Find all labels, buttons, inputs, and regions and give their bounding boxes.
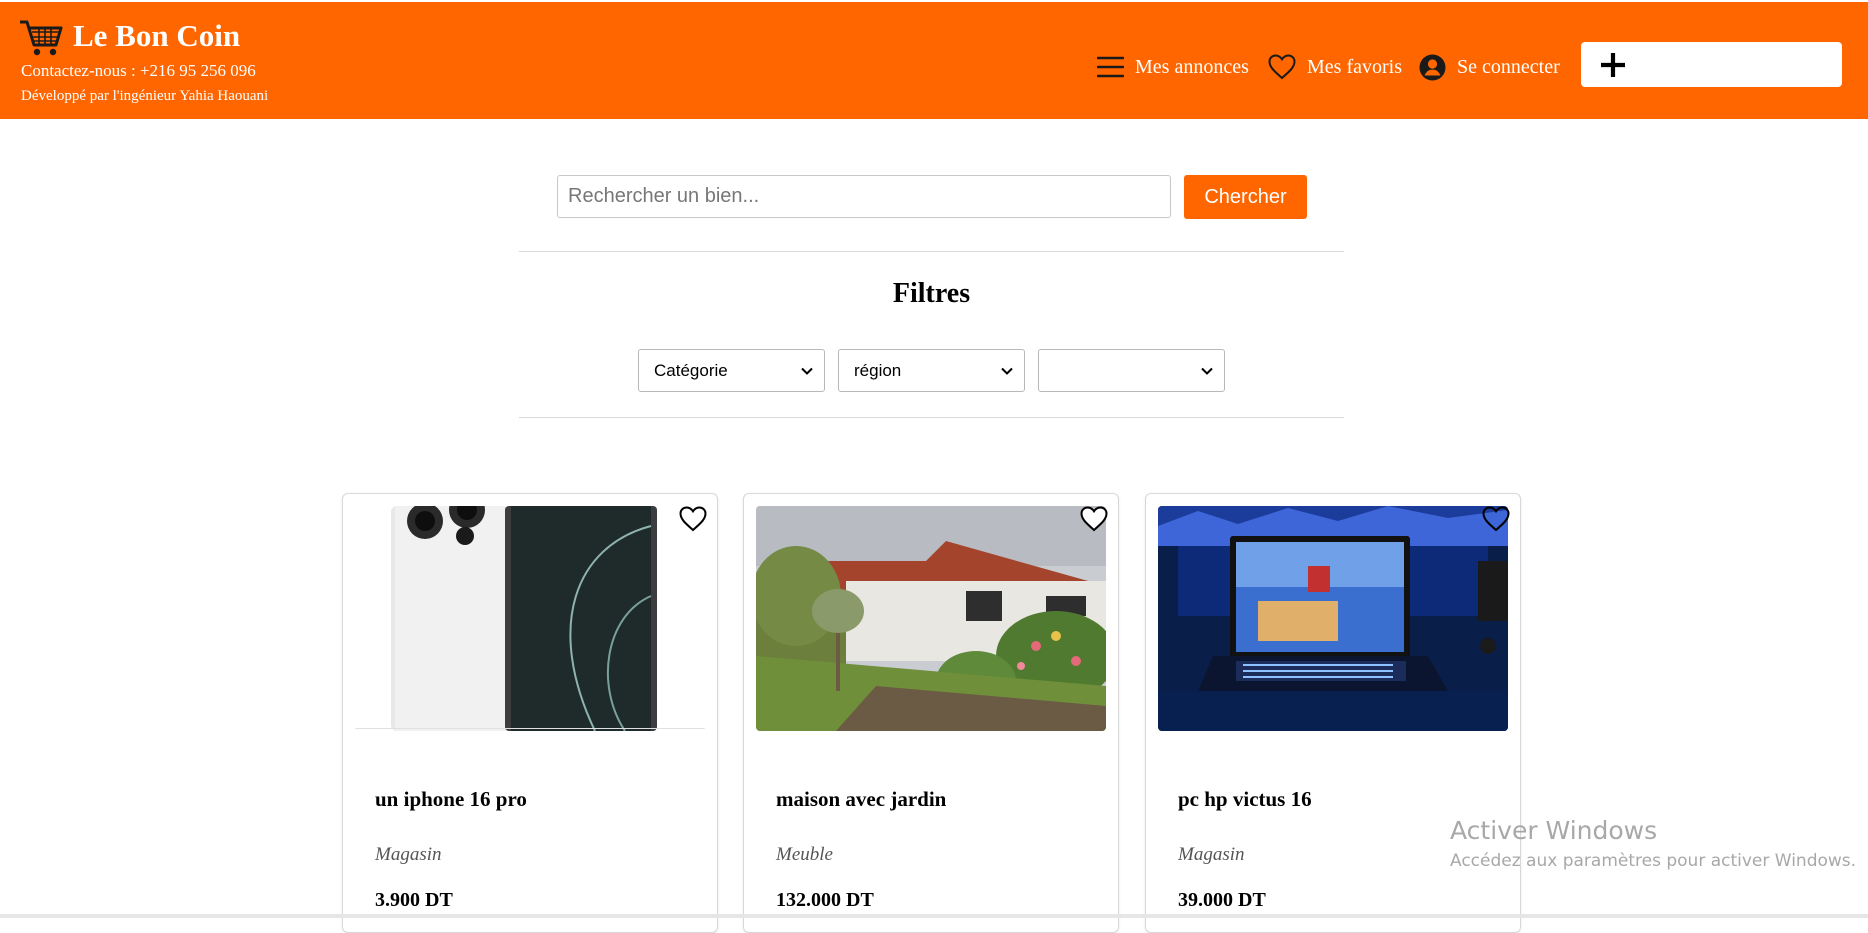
nav-mes-annonces[interactable]: Mes annonces	[1097, 50, 1249, 84]
iphone-photo	[355, 506, 705, 731]
site-title: Le Bon Coin	[73, 18, 241, 53]
listing-title[interactable]: pc hp victus 16	[1178, 787, 1312, 812]
listing-title[interactable]: un iphone 16 pro	[375, 787, 527, 812]
search-button[interactable]: Chercher	[1184, 175, 1307, 219]
divider	[519, 417, 1344, 418]
nav-mes-favoris-label: Mes favoris	[1307, 55, 1402, 78]
listing-title[interactable]: maison avec jardin	[776, 787, 946, 812]
listing-category: Magasin	[375, 844, 442, 865]
listing-price: 39.000 DT	[1178, 889, 1266, 911]
third-filter-select[interactable]	[1038, 349, 1225, 392]
windows-activation-subtitle: Accédez aux paramètres pour activer Wind…	[1450, 851, 1857, 871]
category-select[interactable]: Catégorie	[638, 349, 825, 392]
nav-mes-annonces-label: Mes annonces	[1135, 55, 1249, 78]
favorite-heart-icon[interactable]	[679, 506, 707, 537]
chevron-down-icon	[1001, 367, 1013, 375]
search-input[interactable]	[557, 175, 1171, 218]
divider	[519, 251, 1344, 252]
developer-credit: Développé par l'ingénieur Yahia Haouani	[21, 88, 269, 104]
contact-phone: Contactez-nous : +216 95 256 096	[21, 61, 256, 80]
nav-se-connecter[interactable]: Se connecter	[1419, 50, 1560, 84]
house-garden-photo	[756, 506, 1106, 731]
region-select-value: région	[854, 360, 902, 380]
favorite-heart-icon[interactable]	[1482, 506, 1510, 537]
windows-activation-title: Activer Windows	[1450, 816, 1658, 845]
region-select[interactable]: région	[838, 349, 1025, 392]
listing-category: Magasin	[1178, 844, 1245, 865]
favorite-heart-icon[interactable]	[1080, 506, 1108, 537]
listing-card[interactable]: maison avec jardin Meuble 132.000 DT	[743, 493, 1119, 933]
filters-title: Filtres	[892, 278, 971, 309]
gaming-laptop-photo	[1158, 506, 1508, 731]
nav-se-connecter-label: Se connecter	[1457, 55, 1560, 78]
user-circle-icon	[1419, 54, 1446, 80]
listing-price: 132.000 DT	[776, 889, 874, 911]
shopping-cart-icon	[20, 20, 63, 56]
add-listing-button[interactable]	[1581, 42, 1842, 87]
chevron-down-icon	[801, 367, 813, 375]
header: Le Bon Coin Contactez-nous : +216 95 256…	[0, 2, 1868, 119]
category-select-value: Catégorie	[654, 360, 728, 380]
listing-card[interactable]: un iphone 16 pro Magasin 3.900 DT	[342, 493, 718, 933]
chevron-down-icon	[1201, 367, 1213, 375]
hamburger-menu-icon	[1097, 56, 1124, 78]
plus-icon	[1601, 53, 1625, 77]
heart-outline-icon	[1268, 54, 1296, 80]
nav-mes-favoris[interactable]: Mes favoris	[1268, 50, 1402, 84]
bottom-edge	[0, 914, 1868, 918]
listing-price: 3.900 DT	[375, 889, 453, 911]
listing-category: Meuble	[776, 844, 833, 865]
